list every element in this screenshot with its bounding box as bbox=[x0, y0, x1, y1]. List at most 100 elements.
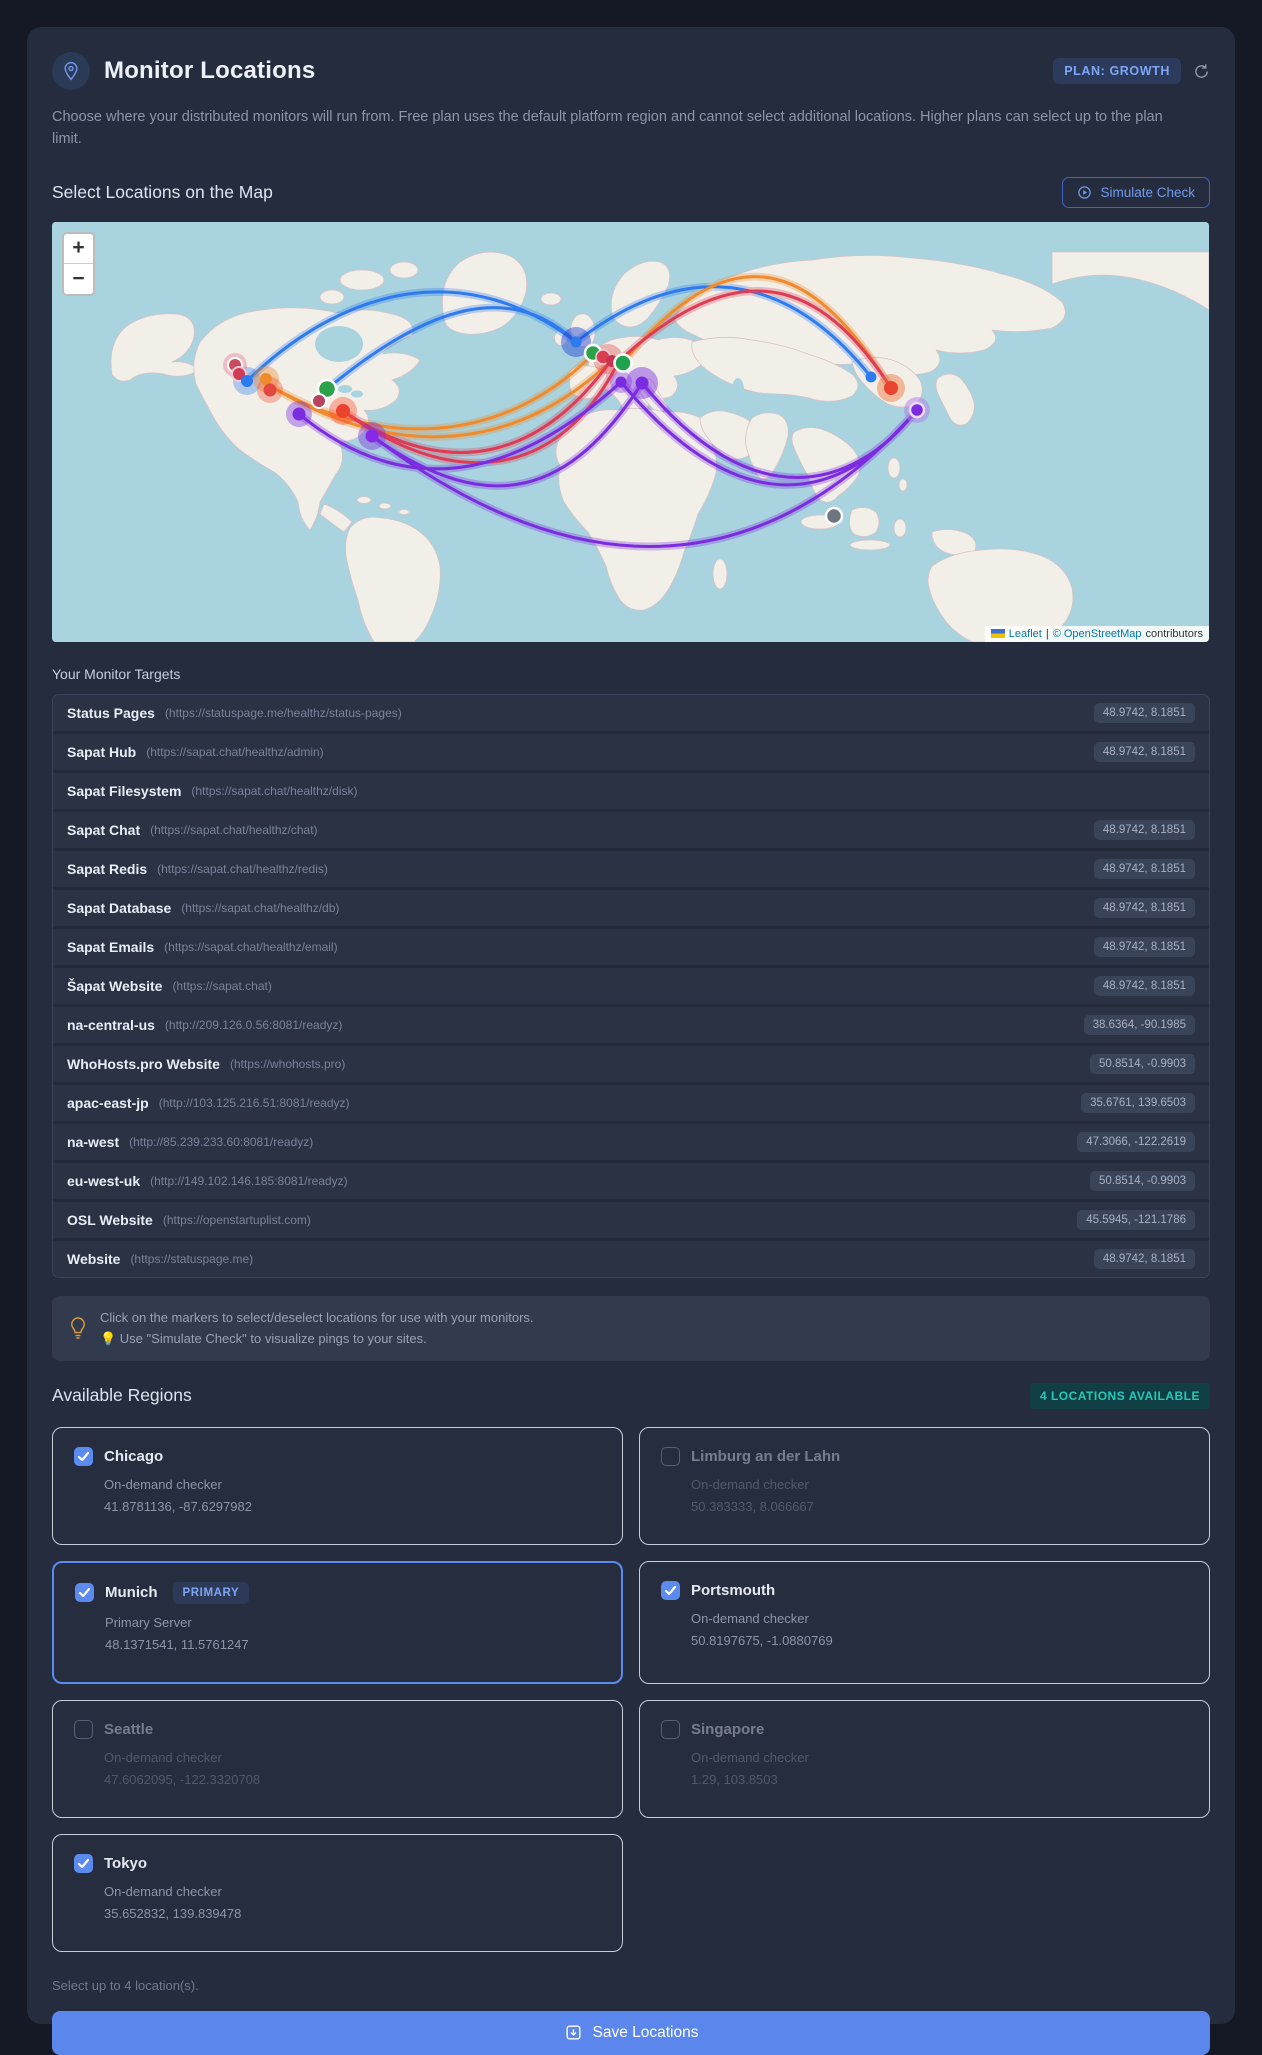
save-locations-button[interactable]: Save Locations bbox=[52, 2010, 1210, 2055]
region-checker-type: On-demand checker bbox=[104, 1476, 222, 1492]
region-checkbox[interactable] bbox=[661, 1446, 680, 1466]
region-card-tokyo[interactable]: Tokyo On-demand checker 35.652832, 139.839… bbox=[52, 1833, 623, 1952]
target-name: apac-east-jp bbox=[67, 1094, 149, 1111]
target-coords-badge: 48.9742, 8.1851 bbox=[1093, 897, 1195, 918]
map-marker bbox=[336, 403, 350, 418]
play-icon bbox=[1078, 186, 1092, 199]
locations-available-badge: 4 LOCATIONS AVAILABLE bbox=[1029, 1382, 1210, 1409]
osm-link[interactable]: © OpenStreetMap bbox=[1053, 628, 1142, 640]
simulate-check-button[interactable]: Simulate Check bbox=[1062, 176, 1210, 208]
tip-box: Click on the markers to select/deselect … bbox=[52, 1295, 1210, 1361]
zoom-in-button[interactable]: + bbox=[64, 233, 93, 264]
region-checker-type: On-demand checker bbox=[691, 1610, 809, 1626]
target-url: (https://sapat.chat/healthz/disk) bbox=[191, 783, 358, 798]
target-url: (https://sapat.chat/healthz/db) bbox=[181, 900, 340, 915]
target-name: Sapat Emails bbox=[67, 938, 155, 955]
target-name: OSL Website bbox=[67, 1211, 153, 1228]
target-coords-badge: 38.6364, -90.1985 bbox=[1083, 1014, 1195, 1035]
region-checkbox[interactable] bbox=[74, 1446, 93, 1466]
region-checker-type: On-demand checker bbox=[104, 1749, 222, 1765]
target-row[interactable]: na-central-us (http://209.126.0.56:8081/r… bbox=[53, 1006, 1209, 1043]
target-name: Sapat Database bbox=[67, 899, 172, 916]
region-checkbox[interactable] bbox=[661, 1719, 680, 1739]
map-attribution: Leaflet | © OpenStreetMap contributors bbox=[984, 625, 1209, 642]
region-name: Portsmouth bbox=[691, 1581, 776, 1599]
region-name: Seattle bbox=[104, 1720, 154, 1738]
region-card-chicago[interactable]: Chicago On-demand checker 41.8781136, -87.… bbox=[52, 1426, 623, 1545]
region-name: Munich bbox=[105, 1584, 158, 1602]
target-url: (https://sapat.chat/healthz/chat) bbox=[150, 822, 318, 837]
region-checker-type: On-demand checker bbox=[104, 1883, 222, 1899]
region-coords: 50.8197675, -1.0880769 bbox=[691, 1632, 833, 1648]
target-row[interactable]: Sapat Hub (https://sapat.chat/healthz/adm… bbox=[53, 733, 1209, 770]
target-row[interactable]: Sapat Filesystem (https://sapat.chat/heal… bbox=[53, 772, 1209, 809]
target-coords-badge: 48.9742, 8.1851 bbox=[1093, 741, 1195, 762]
targets-title: Your Monitor Targets bbox=[52, 665, 181, 682]
target-name: Sapat Chat bbox=[67, 821, 141, 838]
region-coords: 48.1371541, 11.5761247 bbox=[105, 1636, 249, 1652]
region-name: Limburg an der Lahn bbox=[691, 1447, 841, 1465]
target-url: (http://209.126.0.56:8081/readyz) bbox=[164, 1017, 343, 1032]
target-url: (https://sapat.chat/healthz/redis) bbox=[157, 861, 328, 876]
leaflet-link[interactable]: Leaflet bbox=[1009, 628, 1042, 640]
location-pin-icon bbox=[52, 52, 90, 90]
region-card-munich[interactable]: Munich PRIMARY Primary Server 48.1371541, 1… bbox=[52, 1560, 623, 1684]
target-row[interactable]: Sapat Database (https://sapat.chat/health… bbox=[53, 889, 1209, 926]
region-coords: 41.8781136, -87.6297982 bbox=[104, 1498, 252, 1514]
region-card-portsmouth[interactable]: Portsmouth On-demand checker 50.8197675, -… bbox=[639, 1560, 1210, 1684]
target-row[interactable]: apac-east-jp (http://103.125.216.51:8081/… bbox=[53, 1084, 1209, 1121]
page-title: Monitor Locations bbox=[104, 57, 316, 84]
target-coords-badge: 48.9742, 8.1851 bbox=[1093, 936, 1195, 957]
target-coords-badge: 35.6761, 139.6503 bbox=[1081, 1092, 1195, 1113]
target-row[interactable]: OSL Website (https://openstartuplist.com)… bbox=[53, 1201, 1209, 1238]
target-name: Website bbox=[67, 1250, 121, 1267]
refresh-icon[interactable] bbox=[1193, 63, 1210, 80]
target-name: na-central-us bbox=[67, 1016, 155, 1033]
region-coords: 35.652832, 139.839478 bbox=[104, 1905, 242, 1921]
target-row[interactable]: Šapat Website (https://sapat.chat) 48.9742… bbox=[53, 967, 1209, 1004]
tip-line-1: Click on the markers to select/deselect … bbox=[100, 1309, 534, 1325]
target-name: WhoHosts.pro Website bbox=[67, 1055, 220, 1072]
plan-badge: PLAN: GROWTH bbox=[1053, 58, 1181, 84]
header: Monitor Locations PLAN: GROWTH bbox=[52, 52, 1210, 90]
target-row[interactable]: Sapat Redis (https://sapat.chat/healthz/r… bbox=[53, 850, 1209, 887]
region-card-limburg-an-der-lahn[interactable]: Limburg an der Lahn On-demand checker 50.3… bbox=[639, 1426, 1210, 1545]
ukraine-flag-icon bbox=[990, 629, 1005, 639]
target-coords-badge: 45.5945, -121.1786 bbox=[1077, 1209, 1195, 1230]
map-marker bbox=[241, 374, 253, 387]
region-card-seattle[interactable]: Seattle On-demand checker 47.6062095, -122… bbox=[52, 1699, 623, 1818]
target-url: (http://103.125.216.51:8081/readyz) bbox=[158, 1095, 350, 1110]
target-coords-badge: 50.8514, -0.9903 bbox=[1090, 1053, 1195, 1074]
target-row[interactable]: eu-west-uk (http://149.102.146.185:8081/r… bbox=[53, 1162, 1209, 1199]
target-row[interactable]: WhoHosts.pro Website (https://whohosts.pr… bbox=[53, 1045, 1209, 1082]
zoom-out-button[interactable]: − bbox=[64, 263, 93, 294]
region-checkbox[interactable] bbox=[75, 1583, 94, 1603]
map-marker bbox=[311, 392, 327, 409]
target-coords-badge: 48.9742, 8.1851 bbox=[1093, 702, 1195, 723]
map-marker bbox=[824, 506, 844, 526]
region-checkbox[interactable] bbox=[74, 1853, 93, 1873]
attribution-separator: | bbox=[1045, 627, 1049, 640]
map-marker bbox=[635, 376, 649, 390]
page-description: Choose where your distributed monitors w… bbox=[52, 109, 1163, 148]
attribution-suffix: contributors bbox=[1145, 627, 1203, 640]
target-row[interactable]: Status Pages (https://statuspage.me/healt… bbox=[53, 694, 1209, 731]
region-checkbox[interactable] bbox=[661, 1580, 680, 1600]
target-coords-badge: 48.9742, 8.1851 bbox=[1093, 858, 1195, 879]
target-name: Sapat Redis bbox=[67, 860, 148, 877]
target-row[interactable]: Sapat Chat (https://sapat.chat/healthz/ch… bbox=[53, 811, 1209, 848]
target-coords-badge: 47.3066, -122.2619 bbox=[1077, 1131, 1195, 1152]
target-url: (https://statuspage.me) bbox=[130, 1251, 254, 1266]
map-zoom-control: + − bbox=[62, 231, 95, 296]
target-coords-badge: 48.9742, 8.1851 bbox=[1093, 1248, 1195, 1269]
map-marker bbox=[613, 353, 633, 373]
region-card-singapore[interactable]: Singapore On-demand checker 1.29, 103.8503 bbox=[639, 1699, 1210, 1818]
region-checkbox[interactable] bbox=[74, 1719, 93, 1739]
world-map[interactable]: + − Leaflet | © OpenStreetMap contributo… bbox=[52, 221, 1209, 642]
region-name: Chicago bbox=[104, 1447, 164, 1465]
target-row[interactable]: Website (https://statuspage.me) 48.9742, 8… bbox=[53, 1240, 1209, 1277]
target-row[interactable]: na-west (http://85.239.233.60:8081/readyz… bbox=[53, 1123, 1209, 1160]
target-row[interactable]: Sapat Emails (https://sapat.chat/healthz/… bbox=[53, 928, 1209, 965]
map-canvas bbox=[52, 221, 1209, 642]
target-name: Sapat Hub bbox=[67, 743, 137, 760]
